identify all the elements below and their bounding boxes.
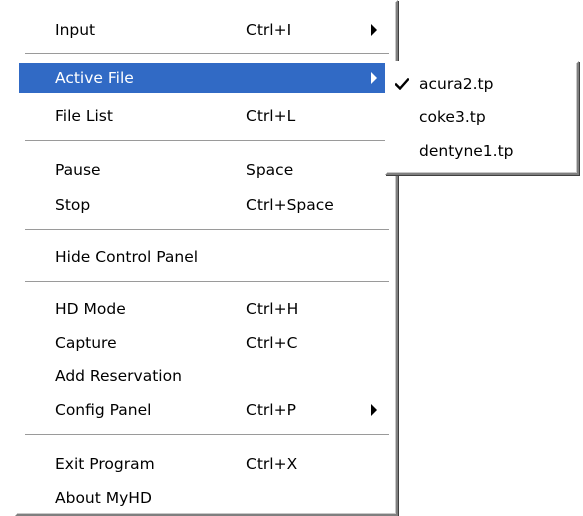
menu-item-exit-program[interactable]: Exit Program Ctrl+X	[19, 449, 394, 479]
submenu-item-acura2[interactable]: acura2.tp	[389, 69, 575, 99]
menu-item-label: Hide Control Panel	[55, 248, 199, 266]
menu-item-about-myhd[interactable]: About MyHD	[19, 483, 394, 513]
menu-item-label: Active File	[55, 69, 134, 87]
menu-item-label: Pause	[55, 161, 101, 179]
checkmark-icon	[395, 78, 409, 90]
menu-item-file-list[interactable]: File List Ctrl+L	[19, 101, 394, 131]
menu-item-label: Stop	[55, 196, 91, 214]
menu-item-add-reservation[interactable]: Add Reservation	[19, 361, 394, 391]
menu-item-shortcut: Ctrl+C	[246, 334, 298, 352]
active-file-submenu: acura2.tp coke3.tp dentyne1.tp	[385, 61, 579, 175]
menu-item-label: HD Mode	[55, 300, 126, 318]
menu-item-shortcut: Ctrl+I	[246, 21, 292, 39]
submenu-item-dentyne1[interactable]: dentyne1.tp	[389, 136, 575, 166]
menu-item-label: File List	[55, 107, 113, 125]
submenu-arrow-icon	[371, 72, 377, 84]
submenu-item-label: dentyne1.tp	[419, 142, 514, 160]
menu-item-config-panel[interactable]: Config Panel Ctrl+P	[19, 395, 394, 425]
menu-item-hd-mode[interactable]: HD Mode Ctrl+H	[19, 294, 394, 324]
submenu-arrow-icon	[371, 404, 377, 416]
context-menu: Input Ctrl+I Active File File List Ctrl+…	[15, 0, 398, 516]
menu-item-label: Exit Program	[55, 455, 155, 473]
menu-item-shortcut: Space	[246, 161, 294, 179]
menu-item-label: Config Panel	[55, 401, 152, 419]
menu-item-shortcut: Ctrl+L	[246, 107, 296, 125]
submenu-item-coke3[interactable]: coke3.tp	[389, 102, 575, 132]
submenu-item-label: acura2.tp	[419, 75, 494, 93]
submenu-arrow-icon	[371, 24, 377, 36]
menu-item-active-file[interactable]: Active File	[19, 63, 394, 93]
menu-item-shortcut: Ctrl+H	[246, 300, 299, 318]
menu-item-pause[interactable]: Pause Space	[19, 155, 394, 185]
menu-separator	[25, 281, 389, 283]
menu-item-capture[interactable]: Capture Ctrl+C	[19, 328, 394, 358]
menu-separator	[25, 434, 389, 436]
menu-item-input[interactable]: Input Ctrl+I	[19, 15, 394, 45]
menu-item-shortcut: Ctrl+X	[246, 455, 298, 473]
menu-item-stop[interactable]: Stop Ctrl+Space	[19, 190, 394, 220]
screen: Input Ctrl+I Active File File List Ctrl+…	[0, 0, 583, 516]
menu-item-shortcut: Ctrl+Space	[246, 196, 334, 214]
menu-item-label: Input	[55, 21, 96, 39]
menu-item-label: Capture	[55, 334, 117, 352]
menu-separator	[25, 53, 389, 55]
menu-separator	[25, 229, 389, 231]
menu-item-shortcut: Ctrl+P	[246, 401, 296, 419]
submenu-item-label: coke3.tp	[419, 108, 486, 126]
menu-separator	[25, 140, 389, 142]
menu-item-label: About MyHD	[55, 489, 152, 507]
menu-item-hide-control-panel[interactable]: Hide Control Panel	[19, 242, 394, 272]
menu-item-label: Add Reservation	[55, 367, 182, 385]
